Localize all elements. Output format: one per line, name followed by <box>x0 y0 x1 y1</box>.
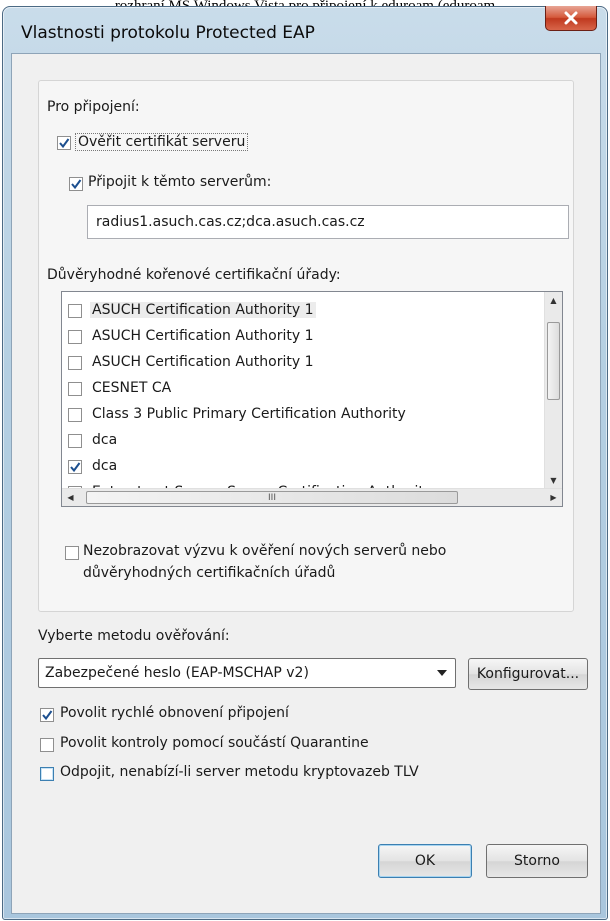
checkmark-icon <box>59 138 70 149</box>
trusted-ca-label: Důvěryhodné kořenové certifikační úřady: <box>47 267 341 283</box>
ca-item-checkbox[interactable] <box>68 330 82 344</box>
scroll-grip: III <box>268 492 276 503</box>
scroll-up-icon[interactable]: ▲ <box>545 292 562 309</box>
servers-input[interactable]: radius1.asuch.cas.cz;dca.asuch.cas.cz <box>87 205 569 239</box>
ca-item-label: Class 3 Public Primary Certification Aut… <box>92 406 406 422</box>
fast-reconnect-label[interactable]: Povolit rychlé obnovení připojení <box>60 705 289 721</box>
ca-item-label: ASUCH Certification Authority 1 <box>92 354 314 370</box>
connection-label: Pro připojení: <box>47 99 140 115</box>
dialog-body: Pro připojení: Ověřit certifikát serveru… <box>11 53 601 914</box>
configure-button[interactable]: Konfigurovat... <box>468 658 588 690</box>
connect-servers-label[interactable]: Připojit k těmto serverům: <box>88 174 271 190</box>
chevron-down-icon <box>437 670 447 676</box>
auth-method-select[interactable]: Zabezpečené heslo (EAP-MSCHAP v2) <box>38 658 456 688</box>
cancel-label: Storno <box>514 853 560 869</box>
ca-item-label: ASUCH Certification Authority 1 <box>90 302 316 318</box>
vertical-scroll-thumb[interactable] <box>547 322 560 400</box>
auth-method-value: Zabezpečené heslo (EAP-MSCHAP v2) <box>45 665 309 681</box>
checkmark-icon <box>42 710 53 721</box>
ok-label: OK <box>414 853 436 869</box>
window-title: Vlastnosti protokolu Protected EAP <box>21 23 315 43</box>
ca-item-checkbox[interactable] <box>68 382 82 396</box>
ca-item-label: ASUCH Certification Authority 1 <box>92 328 314 344</box>
dialog-window: Vlastnosti protokolu Protected EAP Pro p… <box>2 6 608 920</box>
no-prompt-label-line1[interactable]: Nezobrazovat výzvu k ověření nových serv… <box>83 543 446 559</box>
close-icon <box>564 11 578 25</box>
disconnect-tlv-checkbox[interactable] <box>40 767 54 781</box>
checkmark-icon <box>70 462 81 473</box>
verify-cert-checkbox[interactable] <box>57 136 71 150</box>
fast-reconnect-checkbox[interactable] <box>40 708 54 722</box>
ca-item-checkbox[interactable] <box>68 460 82 474</box>
ok-button[interactable]: OK <box>378 844 472 878</box>
ca-item-label: dca <box>92 432 118 448</box>
checkmark-icon <box>71 179 82 190</box>
disconnect-tlv-label[interactable]: Odpojit, nenabízí-li server metodu krypt… <box>60 764 419 780</box>
scroll-down-icon[interactable]: ▼ <box>545 472 562 489</box>
horizontal-scroll-thumb[interactable]: III <box>86 491 458 504</box>
ca-item-checkbox[interactable] <box>68 408 82 422</box>
ca-item-label: dca <box>92 458 118 474</box>
ca-item-checkbox[interactable] <box>68 304 82 318</box>
ca-item-checkbox[interactable] <box>68 356 82 370</box>
connect-servers-checkbox[interactable] <box>69 177 83 191</box>
verify-cert-label[interactable]: Ověřit certifikát serveru <box>75 133 249 151</box>
cancel-button[interactable]: Storno <box>486 844 588 878</box>
title-bar[interactable]: Vlastnosti protokolu Protected EAP <box>3 6 607 55</box>
quarantine-checkbox[interactable] <box>40 738 54 752</box>
ca-item-label: CESNET CA <box>92 380 172 396</box>
close-button[interactable] <box>545 6 597 31</box>
vertical-scrollbar[interactable]: ▲ ▼ <box>544 292 562 489</box>
auth-method-label: Vyberte metodu ověřování: <box>38 628 230 644</box>
no-prompt-label-line2[interactable]: důvěryhodných certifikačních úřadů <box>83 565 335 581</box>
connection-group: Pro připojení: Ověřit certifikát serveru… <box>38 80 574 612</box>
no-prompt-checkbox[interactable] <box>65 546 79 560</box>
quarantine-label[interactable]: Povolit kontroly pomocí součástí Quarant… <box>60 735 369 751</box>
configure-label: Konfigurovat... <box>476 666 580 682</box>
scroll-left-icon[interactable]: ◀ <box>62 489 79 506</box>
scroll-right-icon[interactable]: ▶ <box>545 489 562 506</box>
ca-item-checkbox[interactable] <box>68 434 82 448</box>
ca-listbox[interactable]: ASUCH Certification Authority 1 ASUCH Cer… <box>61 291 563 507</box>
horizontal-scrollbar[interactable]: ◀ III ▶ <box>62 488 562 506</box>
